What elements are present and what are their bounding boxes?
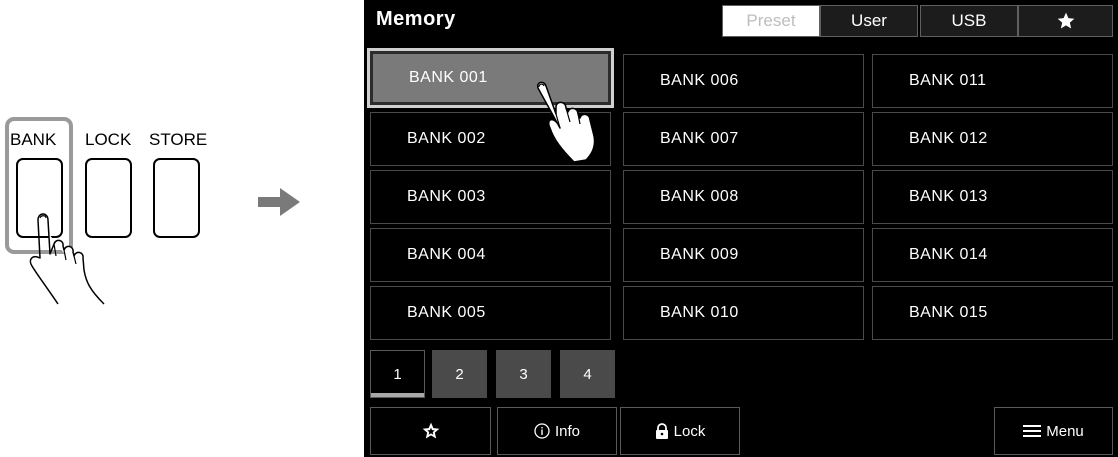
pressing-hand-icon [29, 213, 105, 305]
pointing-hand-icon [536, 81, 596, 163]
page-number: 3 [519, 365, 528, 383]
favorite-button[interactable] [370, 407, 491, 455]
page-title: Memory [376, 8, 456, 30]
active-page-indicator [371, 393, 424, 397]
page-number: 1 [393, 365, 402, 383]
bank-cell-004[interactable]: BANK 004 [370, 228, 611, 282]
bank-label: BANK [10, 130, 57, 149]
page-button-3[interactable]: 3 [496, 350, 551, 398]
lock-label: LOCK [85, 130, 132, 149]
page-button-1[interactable]: 1 [370, 350, 425, 398]
bank-cell-013[interactable]: BANK 013 [872, 170, 1113, 224]
menu-icon [1023, 425, 1042, 437]
store-label: STORE [149, 130, 208, 149]
bank-cell-011[interactable]: BANK 011 [872, 54, 1113, 108]
tab-usb[interactable]: USB [920, 5, 1018, 37]
lock-label: Lock [673, 422, 706, 440]
store-button[interactable] [153, 158, 200, 238]
tab-user[interactable]: User [820, 5, 918, 37]
bank-cell-012[interactable]: BANK 012 [872, 112, 1113, 166]
page-button-4[interactable]: 4 [560, 350, 615, 398]
info-button[interactable]: Info [497, 407, 617, 455]
bank-cell-006[interactable]: BANK 006 [623, 54, 864, 108]
arrow-right-icon [258, 188, 300, 216]
lock-toggle-button[interactable]: Lock [620, 407, 740, 455]
bank-cell-008[interactable]: BANK 008 [623, 170, 864, 224]
bank-cell-007[interactable]: BANK 007 [623, 112, 864, 166]
info-icon [534, 423, 550, 439]
tab-favorite[interactable] [1018, 5, 1113, 37]
page-button-2[interactable]: 2 [432, 350, 487, 398]
star-outline-icon [422, 422, 439, 439]
page-number: 2 [455, 365, 464, 383]
memory-screen: Memory Preset User USB BANK 001 BANK 002… [364, 0, 1118, 457]
lock-icon [655, 422, 668, 439]
bank-cell-010[interactable]: BANK 010 [623, 286, 864, 340]
bank-cell-014[interactable]: BANK 014 [872, 228, 1113, 282]
star-icon [1057, 12, 1074, 29]
bank-cell-003[interactable]: BANK 003 [370, 170, 611, 224]
menu-button[interactable]: Menu [994, 407, 1113, 455]
bank-cell-005[interactable]: BANK 005 [370, 286, 611, 340]
info-label: Info [554, 422, 581, 440]
bank-cell-015[interactable]: BANK 015 [872, 286, 1113, 340]
tab-preset[interactable]: Preset [722, 5, 820, 37]
bank-cell-009[interactable]: BANK 009 [623, 228, 864, 282]
menu-label: Menu [1046, 422, 1084, 440]
page-number: 4 [583, 365, 592, 383]
